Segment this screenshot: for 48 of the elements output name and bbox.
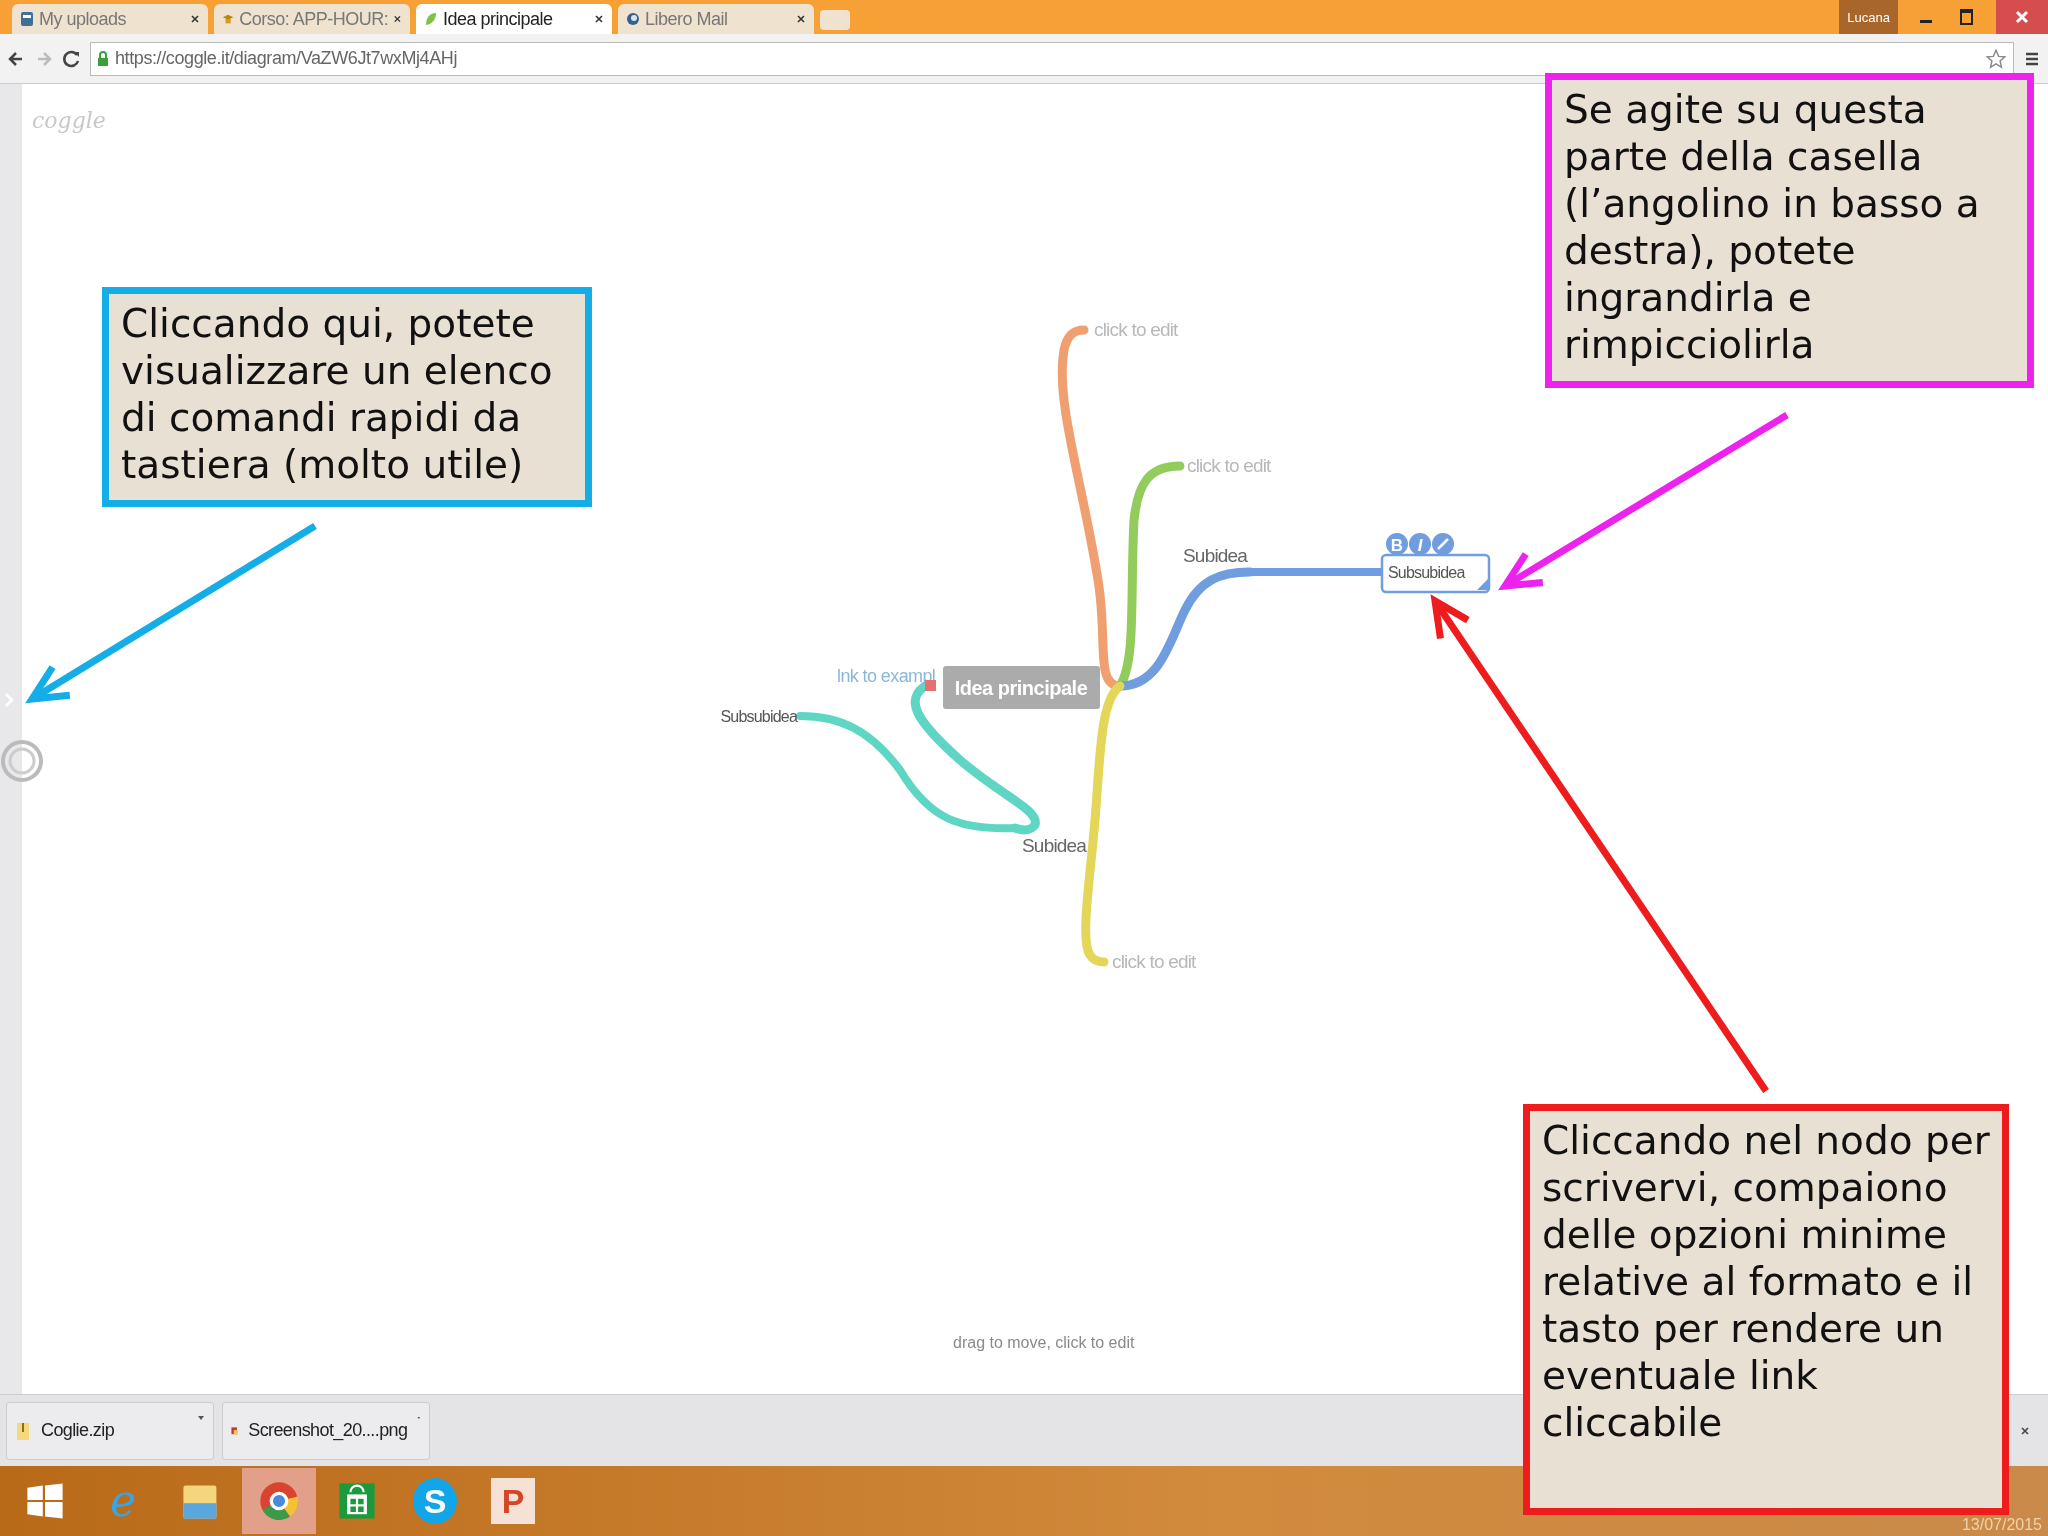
close-icon[interactable] bbox=[796, 14, 806, 24]
taskbar-app[interactable] bbox=[242, 1468, 316, 1534]
lock-icon bbox=[97, 50, 109, 67]
close-icon[interactable] bbox=[2020, 1425, 2030, 1436]
browser-tab[interactable]: My uploads bbox=[12, 4, 208, 34]
node-label[interactable]: Subidea bbox=[1183, 545, 1248, 566]
node-label[interactable]: Subsubidea bbox=[720, 708, 797, 725]
close-button[interactable] bbox=[1996, 0, 2048, 34]
link-text[interactable]: lnk to exampl bbox=[837, 666, 936, 686]
link-icon[interactable] bbox=[1432, 533, 1454, 555]
leaf-icon bbox=[424, 11, 438, 27]
zip-file-icon bbox=[15, 1420, 31, 1441]
close-icon[interactable] bbox=[594, 14, 604, 24]
hint-text: drag to move, click to edit bbox=[953, 1334, 1135, 1352]
browser-icon[interactable] bbox=[257, 1479, 301, 1523]
taskbar-app[interactable]: P bbox=[476, 1468, 550, 1534]
node-label[interactable]: click to edit bbox=[1112, 951, 1196, 972]
browser-tab[interactable]: Libero Mail bbox=[618, 4, 814, 34]
callout-text: Cliccando nel nodo per scrivervi, compaiono delle opzioni minime relative al formato e il tasto per rendere un eventuale link cliccabile bbox=[1523, 1104, 2009, 1515]
url-text: https://coggle.it/diagram/VaZW6Jt7wxMj4AHj bbox=[115, 48, 457, 69]
presentation-app-icon[interactable]: P bbox=[491, 1478, 535, 1524]
bold-button[interactable]: B bbox=[1386, 533, 1408, 555]
node-label[interactable]: Subidea bbox=[1022, 835, 1087, 856]
taskbar-app[interactable]: S bbox=[398, 1468, 472, 1534]
close-icon[interactable] bbox=[190, 14, 200, 24]
close-icon[interactable] bbox=[393, 14, 402, 24]
download-item[interactable]: Screenshot_20....png bbox=[222, 1401, 430, 1460]
italic-button[interactable]: I bbox=[1409, 533, 1431, 555]
date-text: 13/07/2015 bbox=[1961, 1516, 2042, 1534]
document-icon bbox=[20, 11, 34, 27]
callout-text: Se agite su questa parte della casella (l’angolino in basso a destra), potete ingrandirla e rimpicciolirla bbox=[1545, 73, 2034, 388]
node-label[interactable]: Subsubidea bbox=[1388, 564, 1465, 581]
node-edit-box[interactable] bbox=[1380, 553, 1491, 594]
caret-icon[interactable] bbox=[197, 1414, 205, 1421]
resize-handle-icon[interactable] bbox=[1477, 578, 1489, 590]
reload-icon[interactable] bbox=[62, 48, 82, 69]
node-label[interactable]: click to edit bbox=[1187, 455, 1271, 476]
browser-tab[interactable]: Corso: APP-HOUR: bbox=[214, 4, 410, 34]
node-label[interactable]: click to edit bbox=[1094, 319, 1178, 340]
user-name[interactable]: Lucana bbox=[1839, 0, 1898, 34]
callout-text: Cliccando qui, potete visualizzare un elenco di comandi rapidi da tastiera (molto utile) bbox=[102, 287, 592, 507]
globe-icon bbox=[626, 11, 640, 27]
download-item[interactable]: Coglie.zip bbox=[6, 1401, 214, 1460]
browser-tab[interactable]: Idea principale bbox=[416, 4, 612, 34]
address-field[interactable]: https://coggle.it/diagram/VaZW6Jt7wxMj4AHj bbox=[90, 41, 2014, 76]
star-icon[interactable] bbox=[1985, 47, 2007, 70]
chat-app-icon[interactable]: S bbox=[413, 1478, 457, 1524]
root-node[interactable]: Idea principale bbox=[943, 666, 1100, 709]
